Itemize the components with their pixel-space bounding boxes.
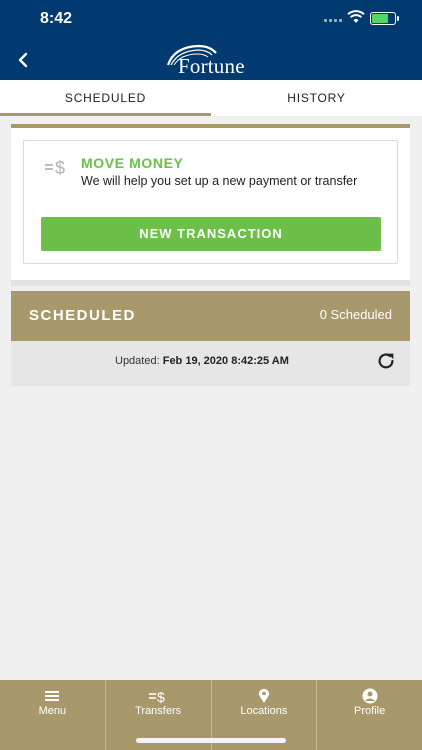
tab-bar: SCHEDULED HISTORY: [0, 80, 422, 116]
status-bar: 8:42: [0, 0, 422, 38]
move-money-card: $ MOVE MONEY We will help you set up a n…: [23, 140, 398, 264]
updated-row: Updated: Feb 19, 2020 8:42:25 AM: [11, 341, 410, 386]
nav-menu[interactable]: Menu: [0, 680, 105, 750]
nav-profile-label: Profile: [354, 705, 386, 717]
scheduled-count: 0 Scheduled: [319, 307, 392, 322]
new-transaction-button[interactable]: NEW TRANSACTION: [41, 217, 381, 251]
transfer-money-icon: $: [45, 158, 65, 178]
status-time: 8:42: [40, 10, 73, 27]
move-money-title: MOVE MONEY: [81, 155, 184, 171]
fortune-logo: Fortune: [160, 43, 260, 78]
tab-history[interactable]: HISTORY: [211, 80, 422, 116]
home-indicator[interactable]: [136, 738, 286, 743]
logo-text: Fortune: [178, 54, 245, 78]
wifi-icon: [347, 10, 365, 23]
updated-value: Feb 19, 2020 8:42:25 AM: [162, 355, 289, 367]
profile-icon: [362, 688, 378, 704]
scheduled-header: SCHEDULED 0 Scheduled: [11, 291, 410, 341]
back-arrow-icon[interactable]: [12, 48, 36, 72]
transfers-icon: $: [149, 689, 165, 704]
nav-menu-label: Menu: [38, 705, 67, 717]
svg-text:$: $: [157, 689, 165, 704]
refresh-icon[interactable]: [375, 350, 397, 372]
tab-scheduled[interactable]: SCHEDULED: [0, 80, 211, 116]
location-pin-icon: [258, 688, 269, 703]
move-money-description: We will help you set up a new payment or…: [81, 174, 358, 188]
cellular-signal-icon: [324, 19, 342, 23]
move-money-section: $ MOVE MONEY We will help you set up a n…: [11, 124, 410, 286]
nav-profile[interactable]: Profile: [316, 680, 422, 750]
updated-timestamp: Updated: Feb 19, 2020 8:42:25 AM: [115, 355, 289, 367]
nav-locations-label: Locations: [240, 705, 288, 717]
updated-label: Updated:: [115, 355, 160, 367]
svg-text:$: $: [55, 158, 65, 178]
menu-icon: [45, 691, 60, 701]
scheduled-title: SCHEDULED: [29, 307, 136, 324]
nav-transfers-label: Transfers: [135, 705, 182, 717]
app-header: 8:42 Fortune: [0, 0, 422, 80]
battery-icon: [370, 12, 399, 25]
